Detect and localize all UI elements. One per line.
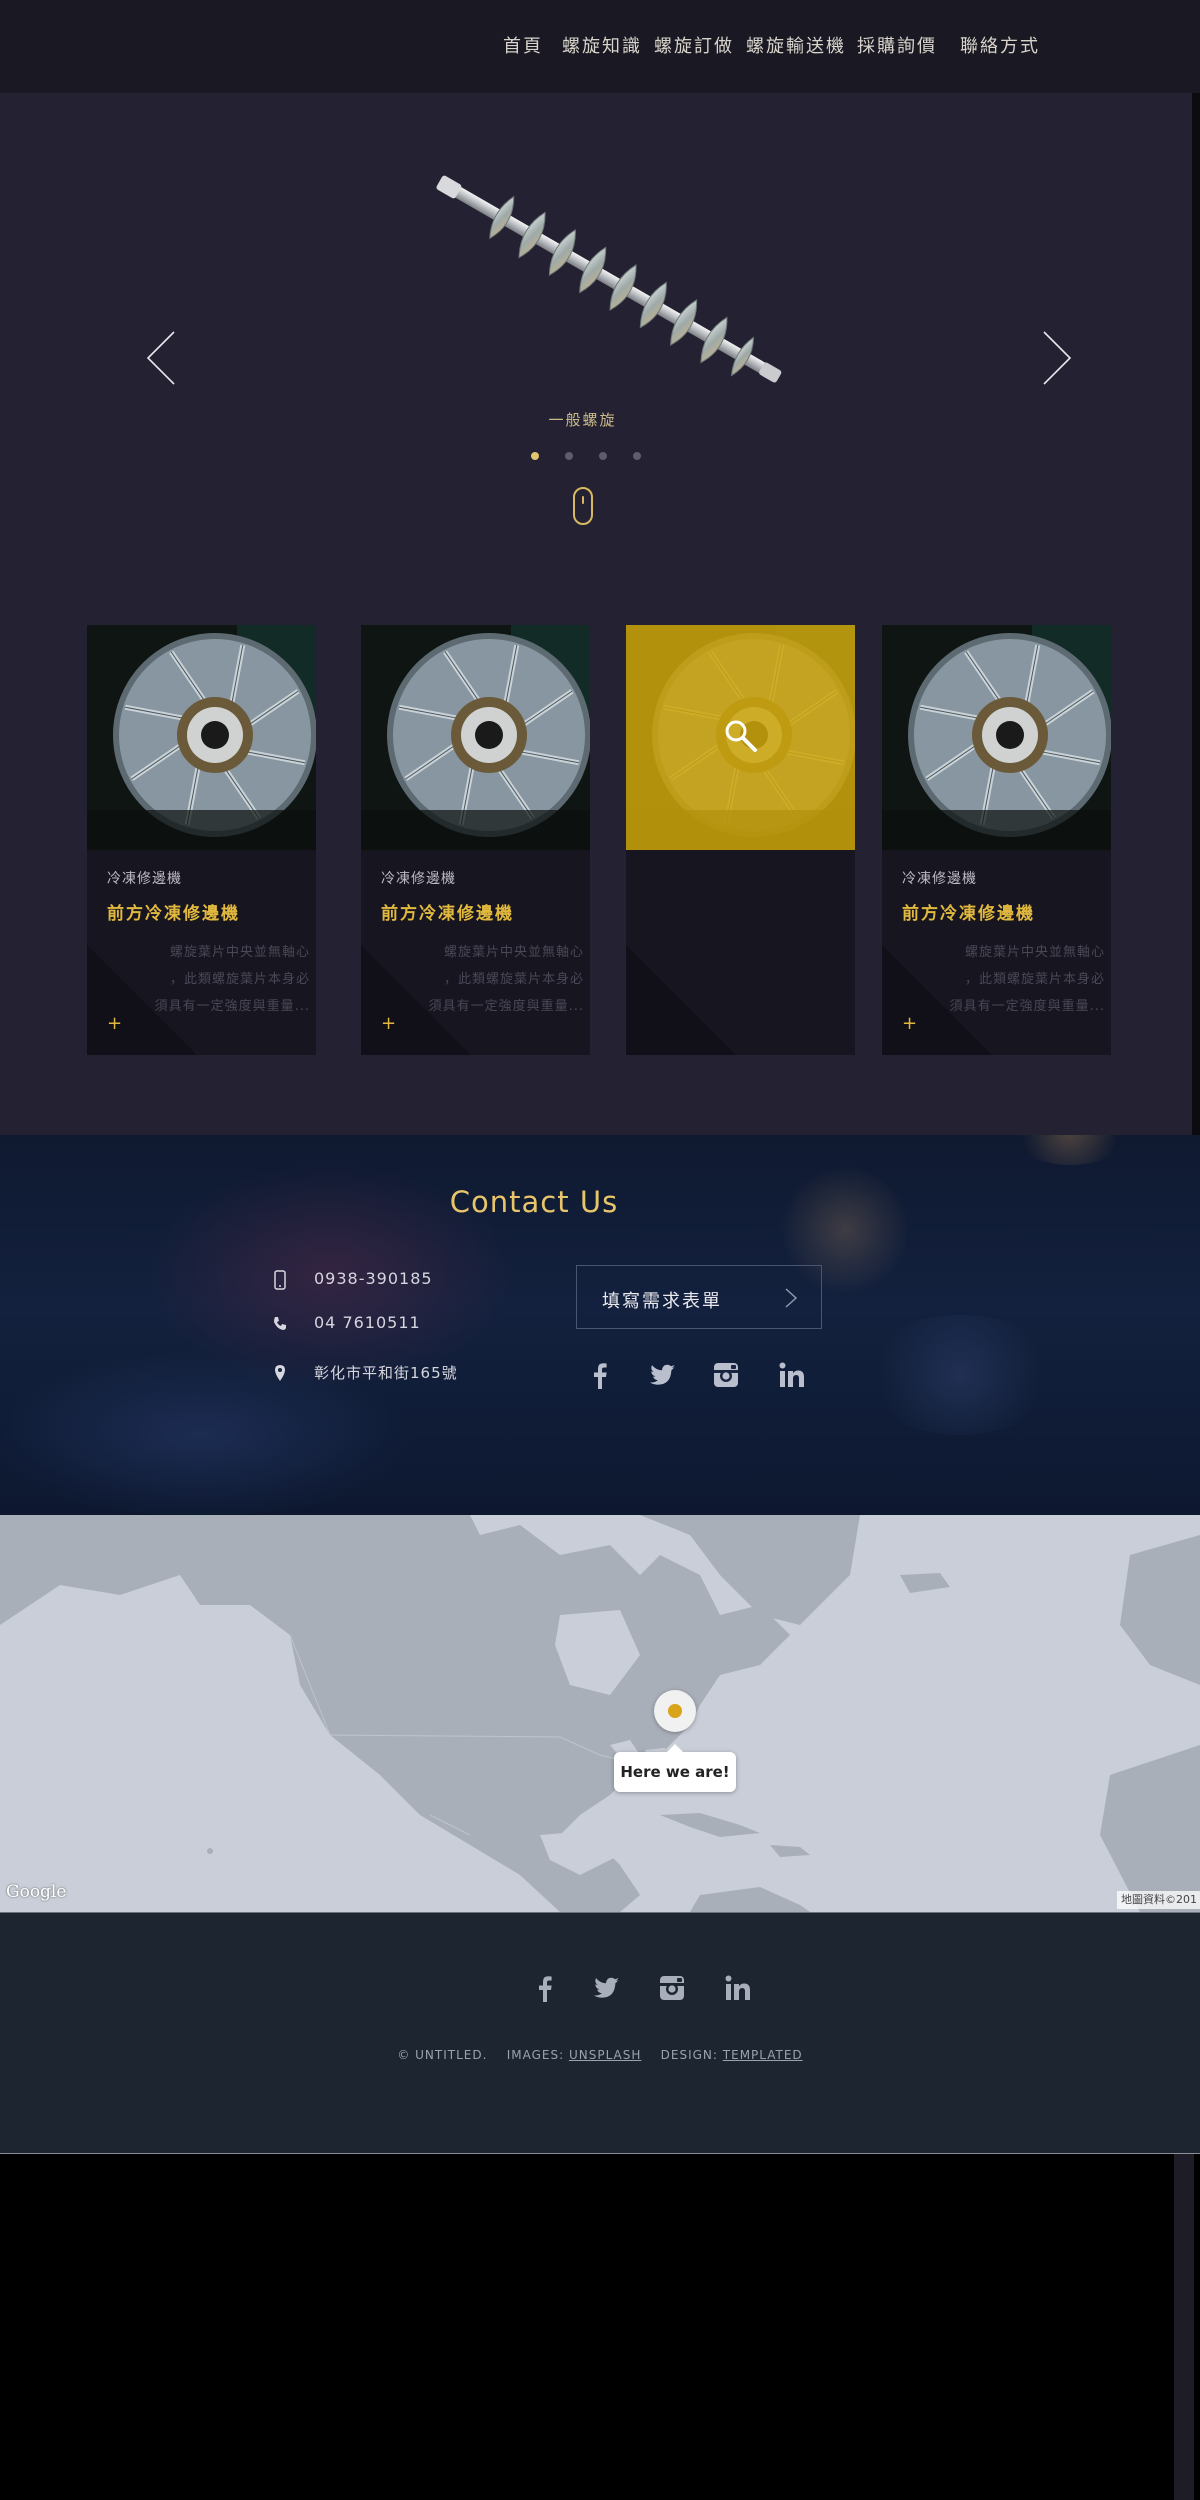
chevron-right-icon <box>785 1288 798 1308</box>
slider-dot-1[interactable] <box>531 452 539 460</box>
side-strip <box>1192 93 1200 1135</box>
map-view[interactable] <box>0 1515 1200 1912</box>
nav-menu: 首頁 螺旋知識 螺旋訂做 螺旋輸送機 採購詢價 聯絡方式 <box>0 32 1200 62</box>
facebook-icon[interactable] <box>530 1973 560 2003</box>
nav-item-inquiry[interactable]: 採購詢價 <box>857 32 937 58</box>
card-title: 前方冷凍修邊機 <box>107 904 240 924</box>
phone-icon <box>274 1317 286 1330</box>
bokeh-light <box>860 1315 1060 1435</box>
card-shade <box>87 945 197 1055</box>
slider-dot-4[interactable] <box>633 452 641 460</box>
slider-dots <box>0 452 1200 466</box>
footer: © UNTITLED. IMAGES: UNSPLASH DESIGN: TEM… <box>0 1912 1200 2154</box>
plus-icon[interactable]: + <box>381 1013 396 1034</box>
twitter-icon[interactable] <box>647 1360 677 1390</box>
slider-next-button[interactable] <box>1036 328 1076 388</box>
card-category: 冷凍修邊機 <box>902 871 977 887</box>
templated-link[interactable]: TEMPLATED <box>723 2048 803 2062</box>
card-hover-overlay[interactable] <box>626 625 855 850</box>
nav-item-custom[interactable]: 螺旋訂做 <box>654 32 734 58</box>
bokeh-light <box>1010 1135 1130 1165</box>
facebook-icon[interactable] <box>585 1360 615 1390</box>
map-pin-icon <box>275 1365 285 1381</box>
chevron-left-icon <box>146 331 175 385</box>
plus-icon[interactable]: + <box>107 1013 122 1034</box>
contact-section: Contact Us 0938-390185 04 7610511 彰化市平和街… <box>0 1135 1200 1515</box>
request-form-button[interactable]: 填寫需求表單 <box>576 1265 822 1329</box>
map-credit[interactable]: 地圖資料©201 <box>1117 1891 1200 1909</box>
slider-dot-2[interactable] <box>565 452 573 460</box>
card-image <box>87 625 316 850</box>
map-marker-label: Here we are! <box>614 1744 736 1792</box>
slider-dot-3[interactable] <box>599 452 607 460</box>
card-category: 冷凍修邊機 <box>107 871 182 887</box>
plus-icon[interactable]: + <box>902 1013 917 1034</box>
nav-item-contact[interactable]: 聯絡方式 <box>960 32 1040 58</box>
mouse-scroll-icon[interactable] <box>573 487 593 525</box>
instagram-icon[interactable] <box>711 1360 741 1390</box>
twitter-icon[interactable] <box>591 1973 621 2003</box>
card-shade <box>882 945 992 1055</box>
google-logo: Google <box>6 1882 67 1902</box>
product-card-1[interactable]: 冷凍修邊機 前方冷凍修邊機 螺旋葉片中央並無軸心 ，此類螺旋葉片本身必 須具有一… <box>87 625 316 1055</box>
top-nav: 首頁 螺旋知識 螺旋訂做 螺旋輸送機 採購詢價 聯絡方式 <box>0 0 1200 93</box>
nav-item-knowledge[interactable]: 螺旋知識 <box>562 32 642 58</box>
slide-image-screw <box>425 170 795 390</box>
product-card-3[interactable] <box>626 625 855 1055</box>
nav-item-conveyor[interactable]: 螺旋輸送機 <box>746 32 846 58</box>
slide-caption: 一般螺旋 <box>548 411 617 429</box>
scrollbar[interactable] <box>1174 2154 1194 2500</box>
product-card-2[interactable]: 冷凍修邊機 前方冷凍修邊機 螺旋葉片中央並無軸心 ，此類螺旋葉片本身必 須具有一… <box>361 625 590 1055</box>
card-image <box>882 625 1111 850</box>
card-shade <box>626 945 736 1055</box>
card-title: 前方冷凍修邊機 <box>381 904 514 924</box>
chevron-right-icon <box>1043 331 1072 385</box>
unsplash-link[interactable]: UNSPLASH <box>569 2048 641 2062</box>
contact-title: Contact Us <box>449 1185 619 1219</box>
empty-bottom-area <box>0 2154 1200 2500</box>
card-image <box>361 625 590 850</box>
card-title: 前方冷凍修邊機 <box>902 904 1035 924</box>
instagram-icon[interactable] <box>657 1973 687 2003</box>
product-card-4[interactable]: 冷凍修邊機 前方冷凍修邊機 螺旋葉片中央並無軸心 ，此類螺旋葉片本身必 須具有一… <box>882 625 1111 1055</box>
map-marker-icon[interactable] <box>654 1690 696 1732</box>
linkedin-icon[interactable] <box>723 1973 753 2003</box>
card-shade <box>361 945 471 1055</box>
mobile-phone-icon <box>274 1270 286 1290</box>
footer-copyright: © UNTITLED. IMAGES: UNSPLASH DESIGN: TEM… <box>397 2048 803 2062</box>
linkedin-icon[interactable] <box>777 1360 807 1390</box>
slider-prev-button[interactable] <box>142 328 182 388</box>
search-icon <box>725 720 757 752</box>
nav-item-home[interactable]: 首頁 <box>503 32 543 58</box>
card-category: 冷凍修邊機 <box>381 871 456 887</box>
